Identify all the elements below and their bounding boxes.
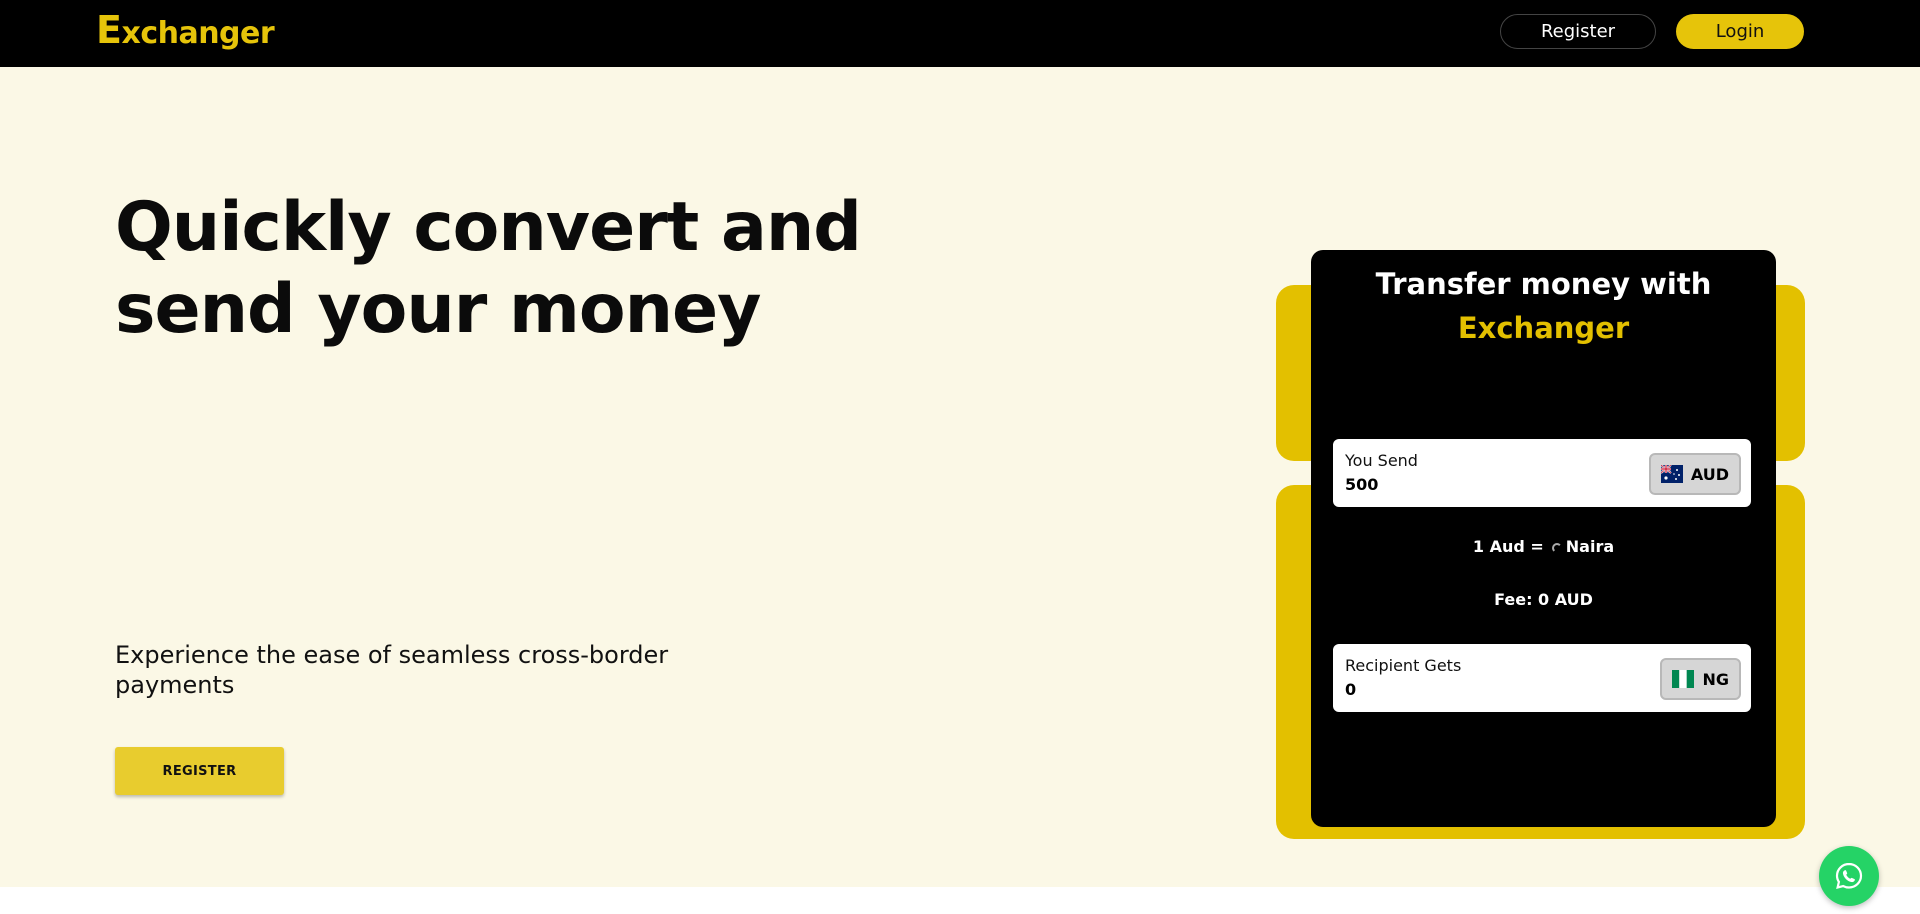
whatsapp-icon [1835, 862, 1863, 889]
card-title-text: Transfer money with [1375, 267, 1712, 301]
transfer-card: Transfer money with Exchanger You Send 5… [1311, 250, 1776, 827]
card-title: Transfer money with Exchanger [1311, 262, 1776, 350]
send-amount-field[interactable]: You Send 500 AUD [1333, 439, 1751, 507]
recipient-label: Recipient Gets [1345, 656, 1462, 675]
australia-flag-icon [1660, 465, 1683, 483]
logo[interactable]: Exchanger [96, 8, 275, 52]
loading-spinner-icon [1551, 542, 1562, 553]
rate-left: 1 Aud = [1472, 537, 1544, 556]
send-label: You Send [1345, 451, 1418, 470]
login-button[interactable]: Login [1676, 14, 1804, 49]
receive-currency-select[interactable]: NG [1660, 658, 1741, 700]
exchange-rate: 1 Aud = Naira [1311, 537, 1776, 556]
recipient-amount-field[interactable]: Recipient Gets 0 NG [1333, 644, 1751, 712]
top-navbar: Exchanger Register Login [0, 0, 1920, 67]
fee-text: Fee: 0 AUD [1494, 590, 1593, 609]
receive-currency-code: NG [1702, 669, 1729, 689]
send-currency-code: AUD [1690, 464, 1729, 484]
hero-section: Quickly convert and send your money Expe… [0, 67, 1920, 887]
recipient-amount-value: 0 [1345, 680, 1357, 699]
rate-right: Naira [1565, 537, 1615, 556]
card-title-brand: Exchanger [1457, 311, 1630, 345]
logo-text: xchanger [121, 16, 275, 51]
whatsapp-button[interactable] [1819, 846, 1879, 906]
send-amount-input[interactable]: 500 [1345, 475, 1378, 494]
nigeria-flag-icon [1672, 670, 1695, 688]
send-currency-select[interactable]: AUD [1648, 453, 1741, 495]
register-button[interactable]: Register [1500, 14, 1656, 49]
hero-register-button[interactable]: REGISTER [115, 747, 284, 795]
logo-initial: E [96, 8, 122, 52]
hero-subline: Experience the ease of seamless cross-bo… [115, 641, 669, 699]
hero-headline: Quickly convert and send your money [115, 188, 862, 349]
